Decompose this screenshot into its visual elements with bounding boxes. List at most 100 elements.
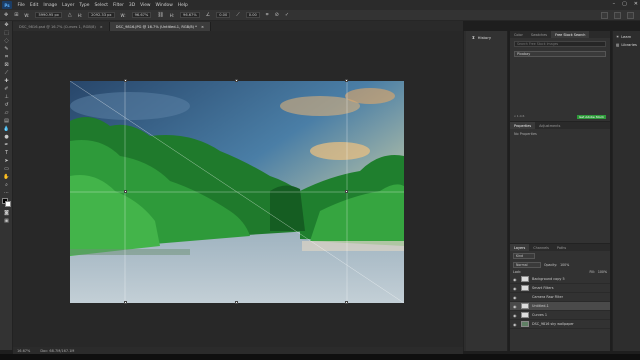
history-panel-button[interactable]: ⧗ History xyxy=(472,35,507,40)
fill-value[interactable]: 100% xyxy=(598,270,607,274)
close-window-icon[interactable]: ✕ xyxy=(634,1,638,7)
tab-adjustments[interactable]: Adjustments xyxy=(535,122,564,129)
layer-row[interactable]: ◉ Camera Raw Filter xyxy=(510,293,610,302)
menu-layer[interactable]: Layer xyxy=(60,3,77,8)
blur-tool-icon[interactable]: 💧 xyxy=(0,125,13,133)
transform-tool-icon[interactable]: ✥ xyxy=(4,12,8,18)
quick-select-tool-icon[interactable]: ✎ xyxy=(0,45,13,53)
layer-thumbnail xyxy=(521,312,529,318)
more-tools-icon[interactable]: ⋯ xyxy=(0,189,13,197)
cancel-transform-icon[interactable]: ⊘ xyxy=(275,12,279,18)
path-select-tool-icon[interactable]: ➤ xyxy=(0,157,13,165)
menu-file[interactable]: File xyxy=(15,3,27,8)
eraser-tool-icon[interactable]: ▱ xyxy=(0,109,13,117)
tab-free-stock-search[interactable]: Free Stock Search xyxy=(551,31,590,38)
search-icon[interactable] xyxy=(601,12,608,19)
commit-transform-icon[interactable]: ✓ xyxy=(285,12,289,18)
transform-handle-top-right[interactable] xyxy=(345,79,348,82)
visibility-eye-icon[interactable]: ◉ xyxy=(513,304,518,309)
lasso-tool-icon[interactable]: ◌ xyxy=(0,37,13,45)
height-field[interactable]: 2092.33 px xyxy=(88,12,115,18)
visibility-eye-icon[interactable]: ◉ xyxy=(513,295,518,300)
layer-row[interactable]: ◉ Background copy 5 xyxy=(510,275,610,284)
type-tool-icon[interactable]: T xyxy=(0,149,13,157)
close-tab-icon[interactable]: × xyxy=(100,25,103,29)
menu-view[interactable]: View xyxy=(138,3,153,8)
tab-color[interactable]: Color xyxy=(510,31,527,38)
brush-tool-icon[interactable]: ✐ xyxy=(0,85,13,93)
history-brush-tool-icon[interactable]: ↺ xyxy=(0,101,13,109)
warp-icon[interactable]: ⌗ xyxy=(266,12,269,18)
visibility-eye-icon[interactable]: ◉ xyxy=(513,322,518,327)
visibility-eye-icon[interactable]: ◉ xyxy=(513,277,518,282)
screen-mode-icon[interactable]: ▣ xyxy=(0,217,13,225)
rectangle-tool-icon[interactable]: ▭ xyxy=(0,165,13,173)
marquee-tool-icon[interactable]: ⬚ xyxy=(0,29,13,37)
clone-stamp-tool-icon[interactable]: ⊥ xyxy=(0,93,13,101)
minimize-icon[interactable]: – xyxy=(613,1,616,7)
menu-filter[interactable]: Filter xyxy=(111,3,127,8)
layer-row[interactable]: ◉ Smart Filters xyxy=(510,284,610,293)
share-icon[interactable] xyxy=(627,12,634,19)
adobe-stock-button[interactable]: Get Adobe Stock xyxy=(576,115,606,119)
layer-row-selected[interactable]: ◉ Untitled-1 xyxy=(510,302,610,311)
scale-height-field[interactable]: 96.67% xyxy=(180,12,200,18)
layer-row[interactable]: ◉ DSC_9816 sky wallpaper xyxy=(510,320,610,329)
color-swatches-icon[interactable] xyxy=(0,197,13,209)
libraries-panel-button[interactable]: ▥ Libraries xyxy=(616,43,640,47)
eyedropper-tool-icon[interactable]: ⟋ xyxy=(0,69,13,77)
tab-document-jpg[interactable]: DSC_9816.JPG @ 16.7% (Untitled-1, RGB/8)… xyxy=(109,22,211,31)
document-tab-bar: DSC_9816.psd @ 16.7% (Curves 1, RGB/8) ×… xyxy=(13,21,463,31)
blend-mode-select[interactable]: Normal xyxy=(513,262,541,268)
transform-handle-bottom-left[interactable] xyxy=(124,301,127,304)
menu-image[interactable]: Image xyxy=(41,3,60,8)
menu-3d[interactable]: 3D xyxy=(126,3,137,8)
zoom-level[interactable]: 16.67% xyxy=(17,349,30,353)
tab-properties[interactable]: Properties xyxy=(510,122,536,129)
visibility-eye-icon[interactable]: ◉ xyxy=(513,313,518,318)
quick-mask-icon[interactable]: ◙ xyxy=(0,209,13,217)
tab-paths[interactable]: Paths xyxy=(553,244,570,251)
menu-window[interactable]: Window xyxy=(153,3,175,8)
maximize-icon[interactable]: ▢ xyxy=(622,1,627,7)
scale-width-field[interactable]: 96.67% xyxy=(131,12,152,18)
opacity-value[interactable]: 100% xyxy=(560,263,569,267)
transform-handle-middle-left[interactable] xyxy=(124,190,127,193)
dodge-tool-icon[interactable]: ● xyxy=(0,133,13,141)
document-canvas-image[interactable] xyxy=(70,81,404,303)
gradient-tool-icon[interactable]: ▤ xyxy=(0,117,13,125)
learn-panel-button[interactable]: ☀ Learn xyxy=(616,35,640,39)
frame-tool-icon[interactable]: ⊠ xyxy=(0,61,13,69)
transform-handle-top-middle[interactable] xyxy=(235,79,238,82)
workspace-icon[interactable] xyxy=(614,12,621,19)
zoom-tool-icon[interactable]: ⌕ xyxy=(0,181,13,189)
transform-handle-middle-right[interactable] xyxy=(345,190,348,193)
h-skew-field[interactable]: 0.00 xyxy=(245,12,260,18)
layer-kind-filter[interactable]: Kind xyxy=(513,253,535,259)
link-icon[interactable]: ⛓ xyxy=(157,12,163,18)
menu-type[interactable]: Type xyxy=(77,3,92,8)
move-tool-icon[interactable]: ✥ xyxy=(0,21,13,29)
pen-tool-icon[interactable]: ✒ xyxy=(0,141,13,149)
hand-tool-icon[interactable]: ✋ xyxy=(0,173,13,181)
menu-help[interactable]: Help xyxy=(175,3,190,8)
transform-handle-top-left[interactable] xyxy=(124,79,127,82)
width-field[interactable]: 5990.95 px xyxy=(35,12,62,18)
transform-handle-bottom-middle[interactable] xyxy=(235,301,238,304)
stock-source-select[interactable]: Pixabay xyxy=(514,51,606,57)
menu-select[interactable]: Select xyxy=(92,3,111,8)
visibility-eye-icon[interactable]: ◉ xyxy=(513,286,518,291)
tab-swatches[interactable]: Swatches xyxy=(527,31,551,38)
stock-search-input[interactable]: Search Free Stock Images xyxy=(514,41,606,47)
close-tab-icon[interactable]: × xyxy=(201,25,204,29)
healing-tool-icon[interactable]: ✚ xyxy=(0,77,13,85)
tab-document-psd[interactable]: DSC_9816.psd @ 16.7% (Curves 1, RGB/8) × xyxy=(13,22,110,31)
tab-layers[interactable]: Layers xyxy=(510,244,530,251)
crop-tool-icon[interactable]: ⌗ xyxy=(0,53,13,61)
angle-field[interactable]: 0.00 xyxy=(216,12,231,18)
layer-row[interactable]: ◉ Curves 1 xyxy=(510,311,610,320)
menu-edit[interactable]: Edit xyxy=(27,3,41,8)
transform-handle-bottom-right[interactable] xyxy=(345,301,348,304)
tab-channels[interactable]: Channels xyxy=(529,244,553,251)
reference-point-icon[interactable]: ⊞ xyxy=(14,12,18,18)
